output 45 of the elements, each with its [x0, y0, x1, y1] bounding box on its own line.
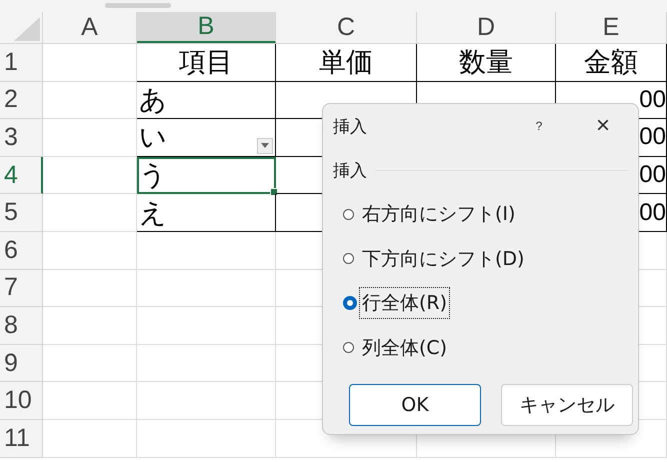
group-label: 挿入 — [333, 160, 367, 182]
cell-text: 数量 — [459, 46, 513, 80]
row-header[interactable]: 8 — [0, 307, 43, 345]
row-header[interactable]: 10 — [0, 382, 43, 420]
column-header[interactable]: E — [556, 12, 667, 43]
cell-text: 00 — [639, 161, 666, 190]
fill-handle[interactable] — [270, 188, 278, 196]
option-label[interactable]: 行全体(R) — [359, 287, 450, 320]
cell-text: え — [139, 196, 167, 230]
option-label[interactable]: 下方向にシフト(D) — [359, 242, 528, 275]
column-header[interactable]: B — [137, 12, 276, 43]
radio-button[interactable] — [343, 253, 354, 264]
option-label[interactable]: 右方向にシフト(I) — [359, 198, 518, 230]
cell-text: 00 — [639, 86, 666, 114]
row-header[interactable]: 2 — [0, 82, 43, 120]
row-header[interactable]: 5 — [0, 194, 43, 232]
cell-text: 単価 — [319, 46, 373, 80]
row-header[interactable]: 4 — [0, 156, 43, 194]
option-label[interactable]: 列全体(C) — [359, 332, 450, 364]
row-header[interactable]: 7 — [0, 270, 43, 308]
cancel-button[interactable]: キャンセル — [501, 384, 633, 426]
cell-text: あ — [139, 84, 167, 117]
cell-text: 金額 — [584, 46, 638, 80]
radio-button[interactable] — [343, 296, 357, 310]
row-header[interactable]: 1 — [0, 44, 43, 82]
row-header[interactable]: 11 — [0, 420, 43, 458]
radio-button[interactable] — [343, 342, 354, 354]
cell-text: い — [139, 121, 167, 154]
column-header[interactable]: D — [417, 12, 556, 43]
cell-text: 00 — [639, 123, 666, 152]
dialog-title: 挿入 — [333, 116, 368, 138]
radio-button[interactable] — [343, 208, 354, 220]
cell-text: う — [139, 159, 167, 192]
column-header[interactable]: C — [276, 12, 417, 43]
row-header[interactable]: 9 — [0, 344, 43, 382]
help-button[interactable]: ? — [524, 119, 554, 133]
scroll-handle[interactable] — [105, 3, 171, 8]
dropdown-button[interactable] — [257, 138, 273, 154]
row-header[interactable]: 3 — [0, 119, 43, 157]
ok-button[interactable]: OK — [349, 384, 481, 426]
cell-text: 00 — [639, 198, 666, 227]
cell-text: 項目 — [179, 46, 233, 80]
row-header[interactable]: 6 — [0, 232, 43, 270]
caret-icon — [261, 143, 269, 148]
close-button[interactable]: × — [588, 112, 618, 140]
